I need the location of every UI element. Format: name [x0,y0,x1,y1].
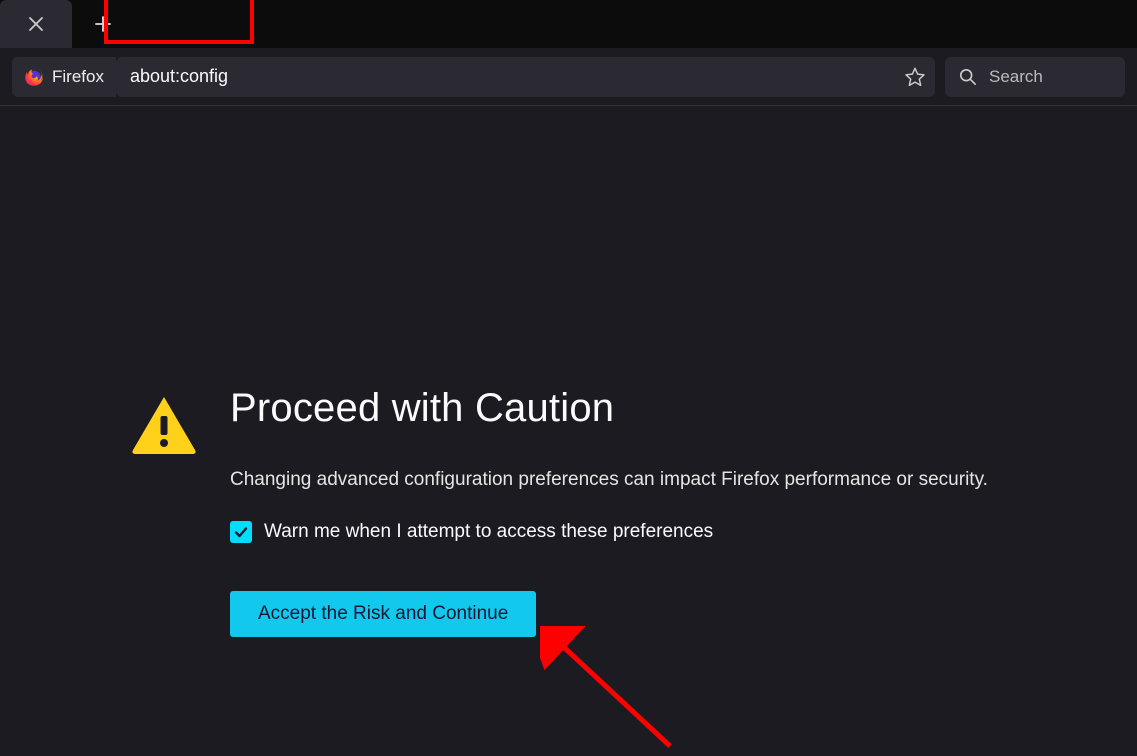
annotation-arrow [540,626,700,756]
identity-box[interactable]: Firefox [12,57,116,97]
close-icon[interactable] [22,10,50,38]
firefox-icon [24,67,44,87]
warning-page: Proceed with Caution Changing advanced c… [0,106,1137,637]
search-box[interactable] [945,57,1125,97]
star-icon [904,66,926,88]
url-bar[interactable] [116,57,935,97]
identity-label: Firefox [52,67,104,87]
tab-bar [0,0,1137,48]
new-tab-button[interactable] [82,3,124,45]
search-input[interactable] [989,67,1109,87]
warn-checkbox[interactable] [230,521,252,543]
accept-risk-button[interactable]: Accept the Risk and Continue [230,591,536,637]
bookmark-button[interactable] [895,57,935,97]
check-icon [233,524,249,540]
url-input[interactable] [116,57,895,97]
warning-title: Proceed with Caution [230,386,988,431]
search-icon [959,68,977,86]
warning-description: Changing advanced configuration preferen… [230,469,988,491]
warn-checkbox-row[interactable]: Warn me when I attempt to access these p… [230,521,988,543]
active-tab[interactable] [0,0,72,48]
toolbar: Firefox [0,48,1137,106]
warning-icon [130,394,198,461]
warning-body: Proceed with Caution Changing advanced c… [230,386,988,637]
warn-checkbox-label: Warn me when I attempt to access these p… [264,521,713,543]
plus-icon [95,16,111,32]
